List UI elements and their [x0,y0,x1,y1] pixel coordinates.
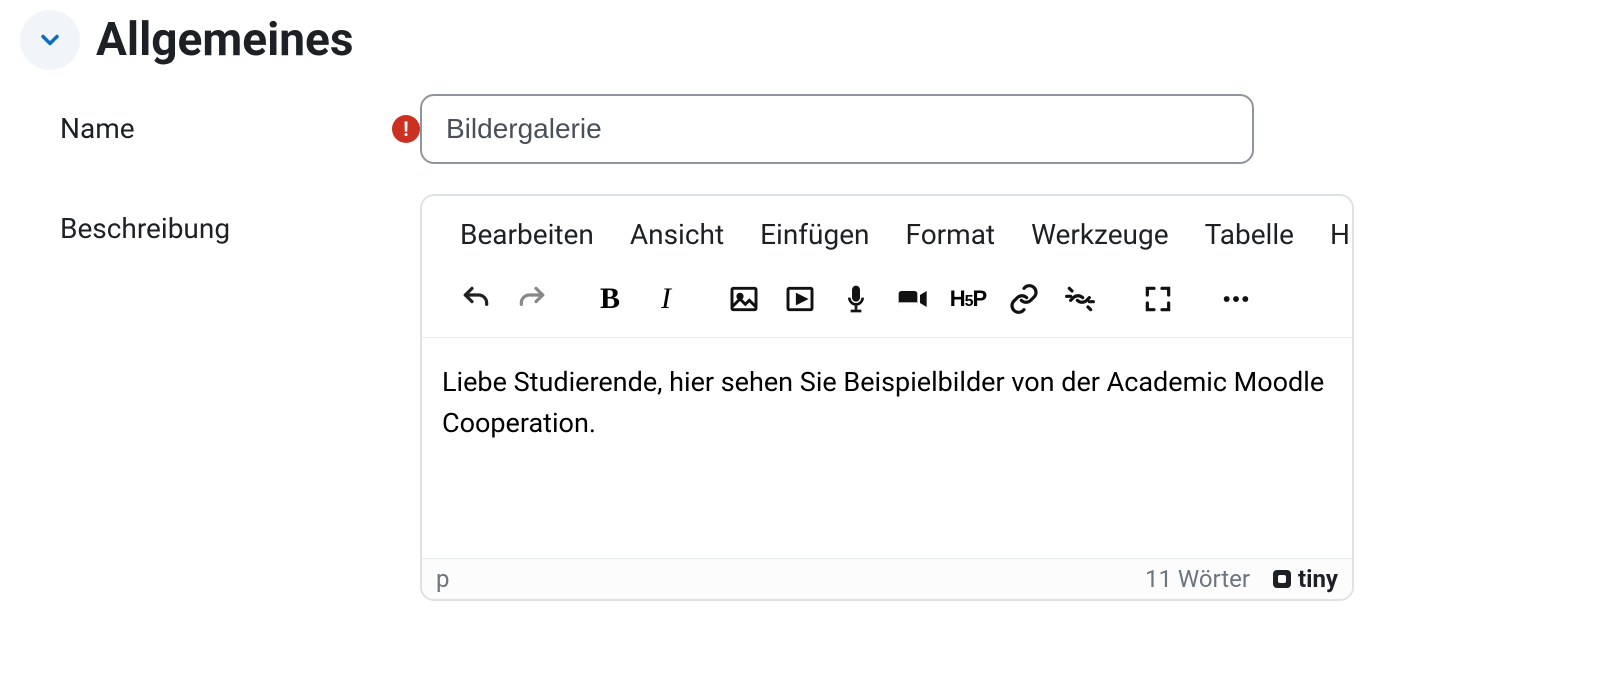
media-icon [784,283,816,315]
unlink-button[interactable] [1056,275,1104,323]
video-button[interactable] [888,275,936,323]
name-input[interactable] [420,94,1254,164]
h5p-button[interactable]: H5P [944,275,992,323]
tiny-logo-icon [1270,567,1294,591]
more-button[interactable] [1212,275,1260,323]
chevron-down-icon [36,26,64,54]
h5p-icon: H5P [950,286,986,312]
bold-button[interactable]: B [586,275,634,323]
microphone-icon [840,283,872,315]
section-title: Allgemeines [96,13,354,67]
media-button[interactable] [776,275,824,323]
undo-button[interactable] [452,275,500,323]
bold-icon: B [600,282,620,316]
menu-format[interactable]: Format [906,218,996,251]
link-button[interactable] [1000,275,1048,323]
description-label: Beschreibung [60,212,420,245]
menu-tools[interactable]: Werkzeuge [1031,218,1168,251]
redo-button[interactable] [508,275,556,323]
fullscreen-button[interactable] [1134,275,1182,323]
italic-icon: I [661,282,671,316]
element-path[interactable]: p [436,565,449,593]
editor-statusbar: p 11 Wörter tiny [422,558,1352,599]
image-icon [728,283,760,315]
unlink-icon [1064,283,1096,315]
italic-button[interactable]: I [642,275,690,323]
tiny-branding[interactable]: tiny [1270,565,1338,593]
menu-help[interactable]: Hilfe [1330,218,1354,251]
image-button[interactable] [720,275,768,323]
name-label: Name [60,112,378,145]
required-icon: ! [392,115,420,143]
editor-toolbar: B I [422,265,1352,338]
menu-edit[interactable]: Bearbeiten [460,218,594,251]
collapse-toggle[interactable] [20,10,80,70]
more-icon [1220,283,1252,315]
undo-icon [460,283,492,315]
rich-text-editor: Bearbeiten Ansicht Einfügen Format Werkz… [420,194,1354,601]
menu-insert[interactable]: Einfügen [760,218,869,251]
audio-button[interactable] [832,275,880,323]
video-camera-icon [896,283,928,315]
fullscreen-icon [1142,283,1174,315]
editor-menubar: Bearbeiten Ansicht Einfügen Format Werkz… [422,196,1352,265]
link-icon [1008,283,1040,315]
menu-view[interactable]: Ansicht [630,218,724,251]
redo-icon [516,283,548,315]
menu-table[interactable]: Tabelle [1205,218,1294,251]
word-count[interactable]: 11 Wörter [1145,565,1250,593]
editor-content-area[interactable]: Liebe Studierende, hier sehen Sie Beispi… [422,338,1352,558]
